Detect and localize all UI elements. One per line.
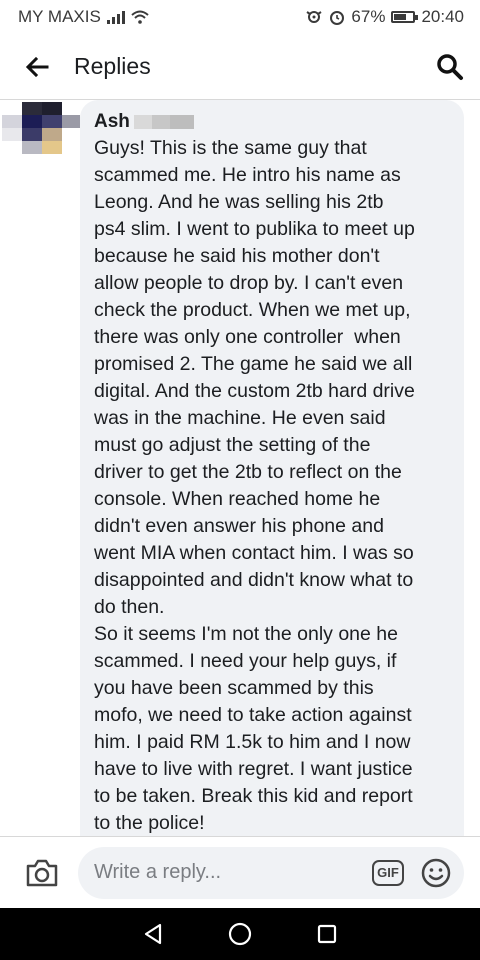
nav-home-button[interactable] [220,914,260,954]
search-icon [437,53,463,80]
home-circle-icon [228,922,252,946]
app-header: Replies [0,34,480,100]
battery-percent: 67% [351,7,386,26]
back-triangle-icon [145,923,162,945]
alarm-icon [330,11,345,25]
back-button[interactable] [0,34,74,100]
gif-button[interactable]: GIF [372,859,404,886]
wifi-icon [131,10,149,24]
redacted-name-block [133,115,194,129]
signal-icon [106,10,125,24]
author-name[interactable]: Ash [94,111,130,133]
author-row: Ash [94,110,450,134]
camera-icon [26,859,58,886]
search-button[interactable] [420,34,480,100]
comment-bubble[interactable]: Ash Guys! This is the same guy that scam… [80,100,464,836]
recents-square-icon [317,924,336,944]
vibrate-icon [306,11,322,23]
battery-icon [391,11,419,23]
avatar-pixelated-image [2,102,80,154]
carrier-label: MY MAXIS [18,7,101,26]
gif-label: GIF [377,865,399,880]
emoji-button[interactable] [420,857,452,889]
clock-time: 20:40 [421,7,464,26]
back-arrow-icon [25,56,49,77]
nav-recents-button[interactable] [307,914,347,954]
status-left: MY MAXIS [18,7,149,27]
avatar[interactable] [2,102,80,154]
emoji-icon [421,858,451,887]
status-right: 67% 20:40 [305,7,464,27]
comment: Ash Guys! This is the same guy that scam… [0,100,480,836]
system-nav-bar [0,908,480,960]
reply-composer: GIF [0,836,480,908]
reply-input-container[interactable]: GIF [78,846,464,899]
camera-button[interactable] [22,853,62,893]
reply-input[interactable] [94,861,372,884]
comment-text: Guys! This is the same guy that scammed … [94,137,415,834]
nav-back-button[interactable] [133,914,173,954]
page-title: Replies [74,53,151,79]
status-bar: MY MAXIS 67% 20:40 [0,0,480,34]
